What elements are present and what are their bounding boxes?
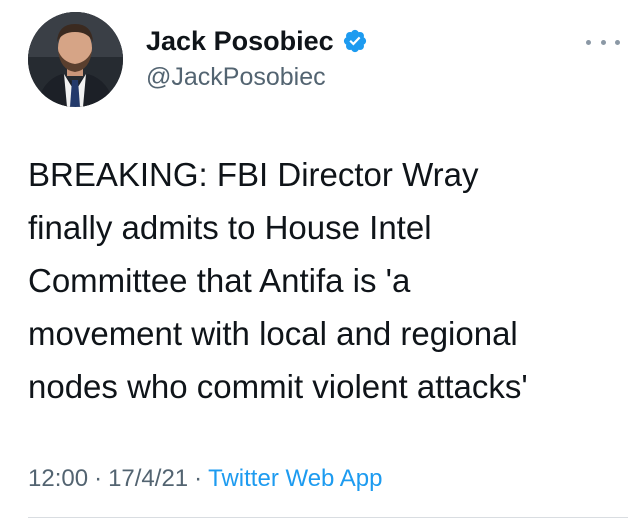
divider (28, 517, 628, 518)
more-dot (615, 39, 620, 45)
more-dot (600, 39, 606, 45)
more-dot (586, 39, 591, 45)
tweet-meta: 12:00 · 17/4/21 · Twitter Web App (28, 464, 382, 494)
tweet-card: Jack Posobiec @JackPosobiec BREAKING: FB… (0, 0, 640, 527)
more-options-icon[interactable] (586, 34, 620, 50)
tweet-date[interactable]: 17/4/21 (108, 465, 188, 492)
meta-separator: · (194, 465, 203, 492)
tweet-text-line: Committee that Antifa is 'a (28, 262, 411, 299)
tweet-text-line: movement with local and regional (28, 315, 518, 352)
avatar[interactable] (28, 12, 123, 107)
tweet-source-link[interactable]: Twitter Web App (208, 465, 382, 492)
tweet-text-line: nodes who commit violent attacks' (28, 368, 528, 405)
author-name-row: Jack Posobiec (146, 24, 368, 58)
author-display-name[interactable]: Jack Posobiec (146, 24, 334, 58)
tweet-text-line: finally admits to House Intel (28, 209, 432, 246)
meta-separator: · (94, 465, 103, 492)
author-handle[interactable]: @JackPosobiec (146, 62, 326, 92)
tweet-text: BREAKING: FBI Director Wray finally admi… (28, 148, 628, 413)
verified-badge-icon (342, 28, 368, 54)
tweet-time[interactable]: 12:00 (28, 465, 88, 492)
tweet-text-line: BREAKING: FBI Director Wray (28, 156, 479, 193)
profile-photo-icon (28, 12, 123, 107)
